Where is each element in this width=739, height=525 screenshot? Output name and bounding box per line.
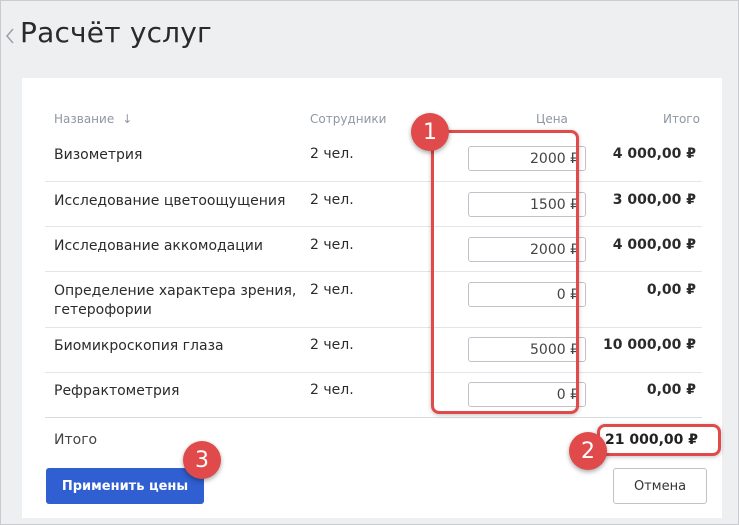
total-label: Итого (54, 432, 98, 448)
employee-count: 2 чел. (310, 282, 354, 298)
chevron-left-icon[interactable] (4, 26, 16, 46)
annotation-badge-3: 3 (183, 441, 221, 479)
cancel-button[interactable]: Отмена (613, 468, 707, 504)
service-name: Визометрия (54, 147, 143, 163)
employee-count: 2 чел. (310, 382, 354, 398)
price-column-highlight (431, 130, 579, 414)
apply-prices-button[interactable]: Применить цены (46, 468, 204, 504)
employee-count: 2 чел. (310, 237, 354, 253)
row-total: 10 000,00 ₽ (603, 337, 696, 353)
column-header-name[interactable]: Название ↓ (54, 112, 132, 126)
row-total: 0,00 ₽ (646, 382, 696, 398)
table-row: Определение характера зрения, гетерофори… (45, 272, 702, 328)
service-name: Исследование цветоощущения (54, 193, 286, 209)
table-row: Исследование цветоощущения 2 чел. 3 000,… (45, 182, 702, 227)
annotation-badge-1: 1 (411, 113, 449, 151)
arrow-down-icon[interactable]: ↓ (122, 112, 132, 126)
row-total: 0,00 ₽ (646, 282, 696, 298)
row-total: 3 000,00 ₽ (612, 192, 696, 208)
page-title: Расчёт услуг (20, 16, 212, 49)
service-name: Рефрактометрия (54, 383, 180, 399)
table-row: Визометрия 2 чел. 4 000,00 ₽ (45, 135, 702, 182)
employee-count: 2 чел. (310, 146, 354, 162)
annotation-badge-2: 2 (569, 432, 607, 470)
grand-total-highlight (597, 424, 721, 456)
employee-count: 2 чел. (310, 337, 354, 353)
table-row: Исследование аккомодации 2 чел. 4 000,00… (45, 227, 702, 272)
employee-count: 2 чел. (310, 192, 354, 208)
table-row: Биомикроскопия глаза 2 чел. 10 000,00 ₽ (45, 328, 702, 373)
row-total: 4 000,00 ₽ (612, 237, 696, 253)
column-header-total: Итого (663, 112, 700, 126)
service-name: Биомикроскопия глаза (54, 338, 224, 354)
column-header-name-label: Название (54, 112, 115, 126)
service-name: Исследование аккомодации (54, 238, 263, 254)
table-row: Рефрактометрия 2 чел. 0,00 ₽ (45, 373, 702, 418)
row-total: 4 000,00 ₽ (612, 146, 696, 162)
service-name: Определение характера зрения, гетерофори… (54, 283, 297, 318)
column-header-employees: Сотрудники (310, 112, 387, 126)
column-header-price: Цена (536, 112, 568, 126)
